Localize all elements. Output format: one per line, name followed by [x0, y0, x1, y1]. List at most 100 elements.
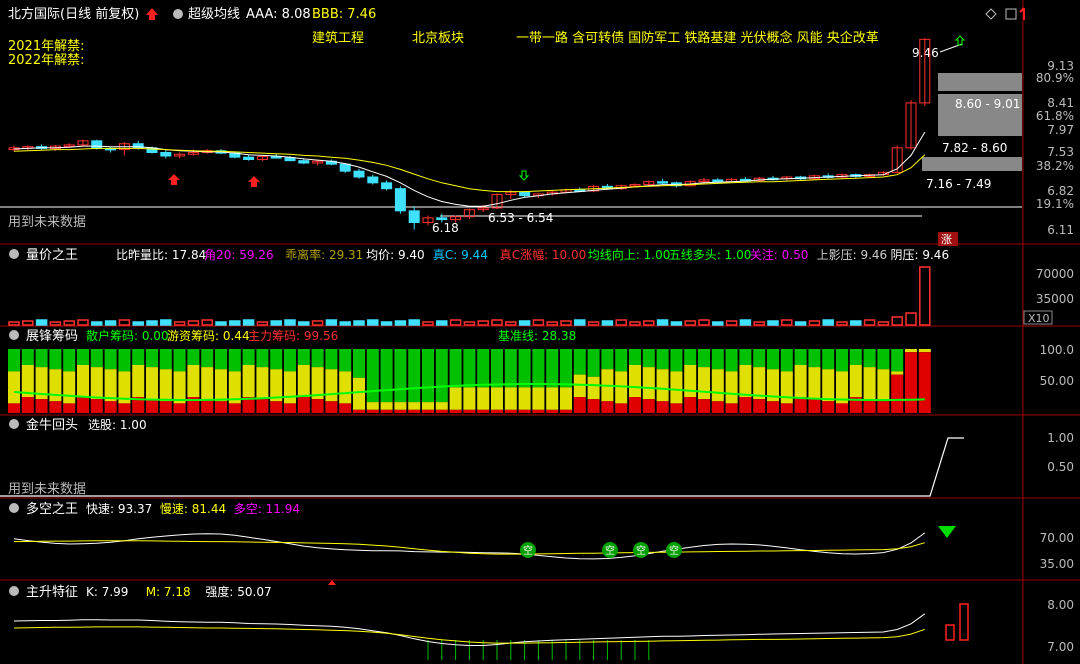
panel-dropdown-icon[interactable]: [9, 419, 19, 429]
golden-panel: 金牛回头 选股: 1.00 用到未来数据 1.00 0.50: [0, 417, 1074, 497]
chip-bar-yellow: [242, 365, 255, 397]
volume-bar: [173, 321, 186, 326]
volume-bar: [449, 319, 462, 326]
future-data-note: 用到未来数据: [8, 215, 86, 230]
indicator-field: 五线多头: 1.00: [669, 248, 752, 262]
panel-dropdown-icon[interactable]: [9, 330, 19, 340]
chip-bar-green: [132, 349, 145, 365]
aaa-value: AAA: 8.08: [246, 7, 311, 22]
chip-bar-green: [808, 349, 821, 368]
chart-canvas[interactable]: 北方国际(日线 前复权) 超级均线 AAA: 8.08 BBB: 7.46 20…: [0, 0, 1080, 664]
golden-signal-line: [0, 437, 964, 497]
chip-bar-green: [325, 349, 338, 370]
volume-bar: [684, 320, 696, 326]
dk-axis: 70.00 35.00: [1040, 531, 1074, 571]
chip-bar-yellow: [297, 365, 310, 397]
candlestick-series: [8, 38, 931, 230]
zone-label-2: 7.16 - 7.49: [926, 177, 991, 191]
candle-body: [519, 191, 531, 197]
volume-bar: [753, 321, 765, 326]
chip-bar-green: [159, 349, 172, 370]
chip-bar-green: [711, 349, 724, 370]
down-triangle-icon: [938, 526, 956, 538]
chip-bar-green: [642, 349, 655, 368]
chip-bar-red: [311, 399, 324, 413]
chip-bar-yellow: [698, 367, 710, 400]
stock-title[interactable]: 北方国际(日线 前复权): [8, 6, 139, 22]
up-triangle-icon: [328, 580, 336, 585]
main-bar-rise: [959, 603, 969, 641]
dk-panel: 多空之王 快速: 93.37 慢速: 81.44 多空: 11.94 空 空 空 空 70…: [9, 501, 1074, 585]
chip-bar-red: [435, 409, 448, 413]
zone-box-top: [938, 73, 1022, 91]
volume-bar: [836, 321, 848, 326]
chip-bar-yellow: [656, 369, 669, 402]
chip-bar-green: [201, 349, 214, 368]
chip-bar-red: [201, 399, 214, 413]
chip-bar-red: [725, 403, 738, 413]
panel-dropdown-icon[interactable]: [9, 503, 19, 513]
indicator-field: 基准线: 28.38: [498, 329, 576, 343]
panel-dropdown-icon[interactable]: [9, 586, 19, 596]
volume-bar: [919, 266, 931, 326]
panel-dropdown-icon[interactable]: [173, 9, 183, 19]
buy-signals: [168, 174, 260, 187]
indicator-field: 快速: 93.37: [86, 502, 152, 516]
diamond-icon[interactable]: [985, 8, 997, 20]
concept-3[interactable]: 一带一路 含可转债 国防军工 铁路基建 光伏概念 风能 央企改革: [516, 30, 879, 46]
concept-2[interactable]: 北京板块: [412, 31, 464, 46]
chip-bar-red: [532, 409, 545, 413]
chip-bar-yellow: [670, 371, 683, 404]
golden-fields: 选股: 1.00: [88, 418, 147, 432]
volume-panel: 量价之王 比昨量比: 17.84角20: 59.26 乖离率: 29.31 均价: …: [8, 247, 1074, 326]
chip-bar-green: [449, 349, 462, 388]
chip-bar-yellow: [159, 369, 172, 402]
chip-bar-yellow: [284, 371, 296, 404]
indicator-field: 上影压: 9.46: [817, 248, 888, 262]
indicator-field: 慢速: 81.44: [160, 502, 226, 516]
chip-bar-red: [918, 352, 931, 413]
limit-up-label: 涨: [941, 233, 952, 246]
chip-bar-yellow: [877, 369, 890, 402]
axis-label: 50.00: [1040, 374, 1074, 388]
dk-fast-line: [13, 532, 926, 560]
chip-bar-red: [863, 399, 876, 413]
volume-bar: [160, 319, 172, 326]
chip-bar-red: [449, 409, 462, 413]
chip-bar-green: [656, 349, 669, 370]
volume-bar: [422, 321, 434, 326]
chip-bar-green: [284, 349, 296, 372]
chip-bar-green: [767, 349, 779, 370]
candle-body: [298, 160, 310, 164]
volume-bar: [367, 319, 379, 326]
concept-1[interactable]: 建筑工程: [312, 30, 364, 46]
up-arrow-icon: [248, 176, 260, 187]
maximize-icon[interactable]: [1005, 8, 1017, 20]
volume-bar: [794, 321, 807, 326]
candle-body: [339, 163, 351, 172]
chip-bar-red: [601, 401, 614, 413]
chip-bars: [8, 349, 931, 413]
panel-dropdown-icon[interactable]: [9, 249, 19, 259]
chip-bar-red: [380, 409, 393, 413]
volume-bar: [712, 321, 724, 326]
main-bar-rise: [945, 624, 955, 641]
price-axis-label: 6.11: [1047, 223, 1074, 237]
volume-bar: [380, 321, 393, 326]
low-price-label: 6.18: [432, 221, 459, 235]
volume-bar: [339, 321, 351, 326]
main-panel-title: 主升特征: [26, 585, 78, 600]
volume-bar: [104, 320, 117, 326]
indicator-field: 均价: 9.40: [366, 248, 425, 262]
chip-bar-red: [518, 409, 531, 413]
short-signal-label: 空: [636, 544, 646, 557]
chip-bar-green: [146, 349, 158, 368]
chip-bar-yellow: [629, 365, 641, 397]
chip-bar-green: [725, 349, 738, 372]
volume-bar: [35, 319, 48, 326]
chip-bar-green: [629, 349, 641, 365]
chip-bar-green: [394, 349, 407, 403]
chip-bar-red: [325, 401, 338, 413]
chip-bar-red: [297, 397, 310, 413]
volume-bar: [284, 319, 296, 326]
